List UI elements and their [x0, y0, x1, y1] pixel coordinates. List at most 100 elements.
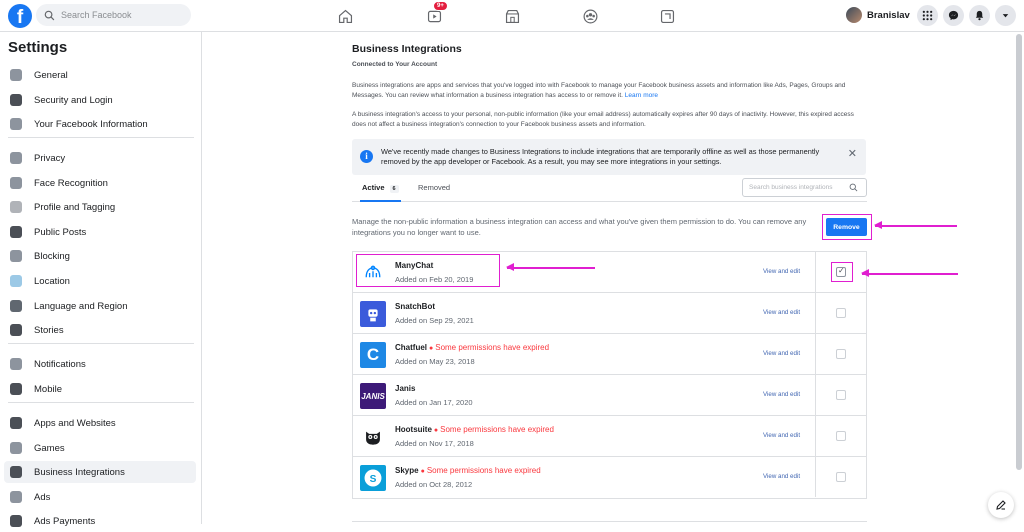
sidebar-item-general[interactable]: General	[4, 64, 196, 86]
arrow-to-manychat	[506, 264, 595, 270]
view-and-edit-link[interactable]: View and edit	[763, 391, 800, 398]
new-message-button[interactable]	[988, 492, 1014, 518]
notifications-button[interactable]	[969, 5, 990, 26]
view-and-edit-link[interactable]: View and edit	[763, 432, 800, 439]
block-icon	[10, 250, 22, 262]
sidebar-item-mobile[interactable]: Mobile	[4, 378, 196, 400]
integration-added-date: Added on Sep 29, 2021	[395, 316, 474, 325]
profile-shortcut[interactable]: Branislav	[846, 7, 910, 23]
sidebar-divider	[8, 343, 194, 344]
sidebar-item-games[interactable]: Games	[4, 437, 196, 459]
hootsuite-logo-icon	[360, 424, 386, 450]
sidebar-item-label: Location	[34, 275, 70, 287]
sidebar-item-face-recognition[interactable]: Face Recognition	[4, 172, 196, 194]
sidebar-item-public-posts[interactable]: Public Posts	[4, 221, 196, 243]
menu-button[interactable]	[917, 5, 938, 26]
integration-checkbox[interactable]	[836, 431, 846, 441]
tab-active[interactable]: Active 6	[360, 183, 401, 202]
view-and-edit-link[interactable]: View and edit	[763, 309, 800, 316]
view-and-edit-link[interactable]: View and edit	[763, 473, 800, 480]
view-and-edit-link[interactable]: View and edit	[763, 268, 800, 275]
sidebar-item-ads[interactable]: Ads	[4, 486, 196, 508]
page-title: Business Integrations	[352, 43, 462, 55]
sidebar-item-label: Blocking	[34, 250, 70, 262]
remove-button-highlight: Remove	[822, 214, 872, 240]
sidebar-item-label: Privacy	[34, 152, 66, 164]
integration-name: SnatchBot	[395, 302, 435, 311]
sidebar-item-label: General	[34, 69, 68, 81]
expiry-paragraph: A business integration's access to your …	[352, 111, 854, 128]
sidebar-item-label: Business Integrations	[34, 466, 125, 478]
permissions-expired-warning: Some permissions have expired	[429, 343, 549, 352]
groups-nav-button[interactable]	[579, 5, 601, 27]
messenger-button[interactable]	[943, 5, 964, 26]
sidebar-item-your-facebook-information[interactable]: Your Facebook Information	[4, 113, 196, 135]
sidebar-item-blocking[interactable]: Blocking	[4, 245, 196, 267]
avatar	[846, 7, 862, 23]
gaming-nav-button[interactable]	[656, 5, 678, 27]
groups-icon	[583, 9, 597, 23]
sidebar-item-language-and-region[interactable]: Language and Region	[4, 295, 196, 317]
integration-title: Hootsuite	[395, 425, 432, 434]
close-icon[interactable]: ✕	[848, 147, 857, 160]
bell-icon	[975, 10, 984, 21]
watch-nav-button[interactable]: 9+	[423, 1, 448, 27]
integration-added-date: Added on May 23, 2018	[395, 357, 475, 366]
sidebar-item-label: Ads	[34, 491, 51, 503]
marketplace-nav-button[interactable]	[501, 5, 523, 27]
sidebar-item-label: Mobile	[34, 383, 62, 395]
phone-icon	[10, 383, 22, 395]
integration-tabs: Active 6 Removed	[352, 178, 867, 202]
sidebar-item-label: Games	[34, 442, 65, 454]
checkbox-cell	[815, 457, 866, 497]
integration-row-chatfuel: C ChatfuelSome permissions have expired Ad…	[353, 334, 866, 375]
arrow-to-remove	[874, 222, 957, 228]
sidebar-item-security-and-login[interactable]: Security and Login	[4, 89, 196, 111]
globe-icon	[10, 226, 22, 238]
integration-search[interactable]	[742, 178, 867, 197]
sidebar-item-label: Language and Region	[34, 300, 128, 312]
sidebar-item-business-integrations[interactable]: Business Integrations	[4, 461, 196, 483]
scrollbar[interactable]	[1016, 34, 1022, 470]
integration-checkbox[interactable]	[836, 308, 846, 318]
integration-checkbox[interactable]	[836, 349, 846, 359]
profile-name: Branislav	[867, 9, 910, 21]
sidebar-item-location[interactable]: Location	[4, 270, 196, 292]
manage-description: Manage the non-public information a busi…	[352, 217, 807, 237]
home-icon	[338, 9, 352, 23]
learn-more-link[interactable]: Learn more	[625, 92, 658, 99]
integration-checkbox[interactable]	[836, 390, 846, 400]
edit-icon	[996, 500, 1006, 510]
settings-sidebar: Settings General Security and Login Your F…	[0, 32, 202, 527]
sidebar-item-stories[interactable]: Stories	[4, 319, 196, 341]
search-bar[interactable]	[36, 4, 191, 26]
home-nav-button[interactable]	[334, 5, 356, 27]
integration-search-input[interactable]	[749, 184, 849, 191]
integration-checkbox[interactable]	[836, 472, 846, 482]
card-icon	[10, 515, 22, 527]
tag-icon	[10, 201, 22, 213]
facebook-logo[interactable]: f	[8, 4, 32, 28]
search-input[interactable]	[61, 10, 181, 20]
sidebar-item-label: Profile and Tagging	[34, 201, 116, 213]
location-icon	[10, 275, 22, 287]
view-and-edit-link[interactable]: View and edit	[763, 350, 800, 357]
sidebar-item-label: Notifications	[34, 358, 86, 370]
sidebar-item-notifications[interactable]: Notifications	[4, 353, 196, 375]
sidebar-item-label: Your Facebook Information	[34, 118, 148, 130]
sidebar-item-privacy[interactable]: Privacy	[4, 147, 196, 169]
janis-logo-icon: JANIS	[360, 383, 386, 409]
account-menu-button[interactable]	[995, 5, 1016, 26]
integration-name: Janis	[395, 384, 415, 393]
integration-name: ChatfuelSome permissions have expired	[395, 343, 549, 352]
sidebar-item-apps-and-websites[interactable]: Apps and Websites	[4, 412, 196, 434]
permissions-expired-warning: Some permissions have expired	[421, 466, 541, 475]
sidebar-item-profile-and-tagging[interactable]: Profile and Tagging	[4, 196, 196, 218]
permissions-expired-warning: Some permissions have expired	[434, 425, 554, 434]
page-subtitle: Connected to Your Account	[352, 61, 438, 68]
tab-removed[interactable]: Removed	[418, 183, 450, 202]
remove-button[interactable]: Remove	[826, 218, 867, 236]
tab-active-label: Active	[362, 183, 385, 192]
sidebar-item-ads-payments[interactable]: Ads Payments	[4, 510, 196, 532]
grid-icon	[10, 118, 22, 130]
